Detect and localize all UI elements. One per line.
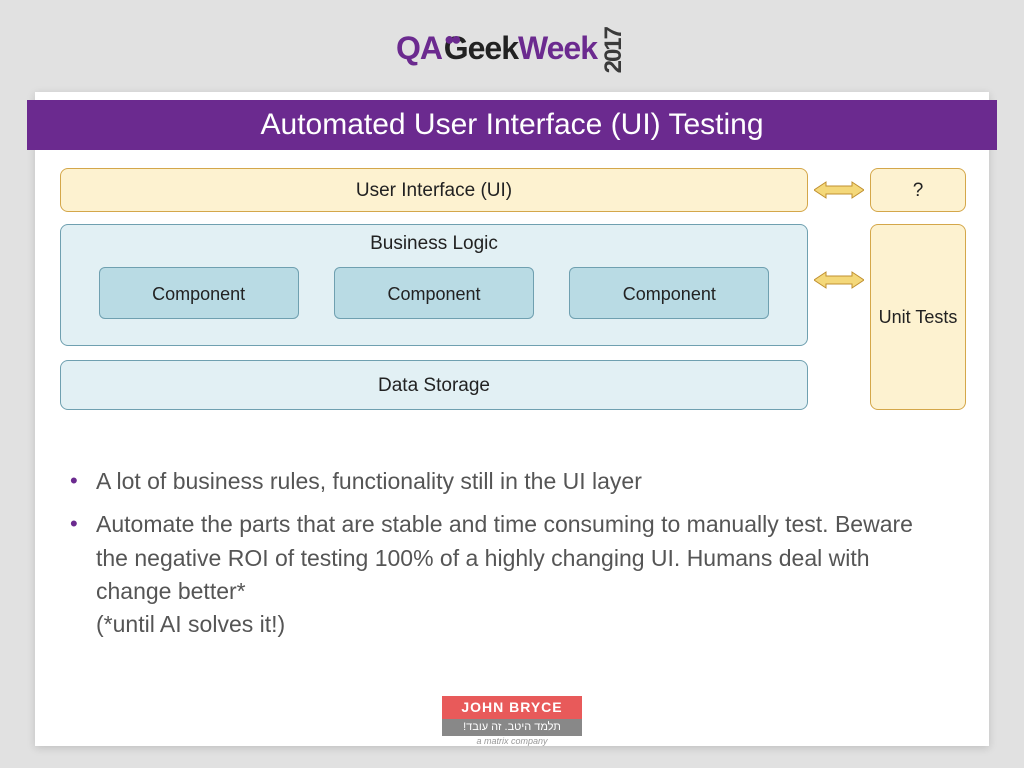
bullet-item: Automate the parts that are stable and t… [68, 508, 948, 641]
glasses-icon: ●● [444, 29, 458, 49]
component-box: Component [569, 267, 769, 319]
logo-week: Week [518, 30, 597, 66]
footer-subtext: a matrix company [442, 736, 582, 747]
event-logo: QA●●GeekWeek2017 [396, 28, 628, 73]
footer-logo: JOHN BRYCE !תלמד היטב. זה עובד a matrix … [442, 696, 582, 747]
architecture-diagram: User Interface (UI) ? Business Logic Com… [60, 168, 968, 448]
logo-qa: QA [396, 30, 442, 66]
unit-tests-box: Unit Tests [870, 224, 966, 410]
components-row: Component Component Component [61, 267, 807, 319]
component-box: Component [334, 267, 534, 319]
double-arrow-icon [814, 270, 864, 290]
bullet-item: A lot of business rules, functionality s… [68, 465, 948, 498]
ui-layer-box: User Interface (UI) [60, 168, 808, 212]
bullet-list: A lot of business rules, functionality s… [68, 465, 948, 652]
business-logic-box: Business Logic Component Component Compo… [60, 224, 808, 346]
component-box: Component [99, 267, 299, 319]
slide-title: Automated User Interface (UI) Testing [27, 100, 997, 150]
double-arrow-icon [814, 180, 864, 200]
question-box: ? [870, 168, 966, 212]
logo-year: 2017 [600, 28, 628, 73]
footer-tagline: !תלמד היטב. זה עובד [442, 719, 582, 736]
data-storage-box: Data Storage [60, 360, 808, 410]
business-logic-label: Business Logic [61, 225, 807, 267]
footer-brand: JOHN BRYCE [442, 696, 582, 719]
